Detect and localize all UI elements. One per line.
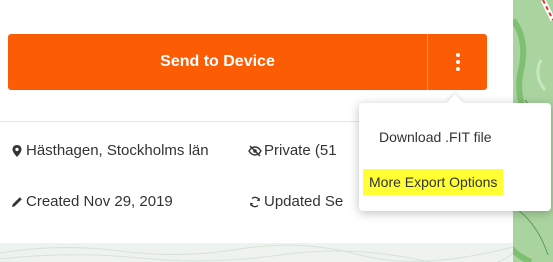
pencil-icon (12, 197, 22, 207)
updated-detail: Updated Se (248, 194, 368, 212)
topo-background (0, 243, 513, 262)
menu-item-more-export-options[interactable]: More Export Options (363, 169, 504, 195)
kebab-vertical-icon (455, 53, 460, 71)
send-to-device-button[interactable]: Send to Device (8, 34, 427, 90)
more-options-button[interactable] (428, 34, 487, 90)
created-detail: Created Nov 29, 2019 (10, 194, 230, 212)
created-text: Created Nov 29, 2019 (26, 193, 173, 210)
privacy-detail: Private (51 (248, 143, 368, 161)
updated-text: Updated Se (264, 193, 344, 210)
sync-icon (250, 196, 260, 208)
privacy-text: Private (51 (264, 142, 337, 159)
location-detail: Hästhagen, Stockholms län (10, 143, 240, 183)
send-to-device-button-group: Send to Device (8, 34, 487, 90)
menu-item-download-fit[interactable]: Download .FIT file (379, 129, 492, 145)
eye-off-icon (248, 145, 262, 157)
map-pin-icon (12, 145, 22, 157)
dropdown-caret (446, 94, 464, 112)
export-dropdown-menu: Download .FIT file More Export Options (359, 94, 551, 211)
location-text: Hästhagen, Stockholms län (26, 142, 209, 159)
